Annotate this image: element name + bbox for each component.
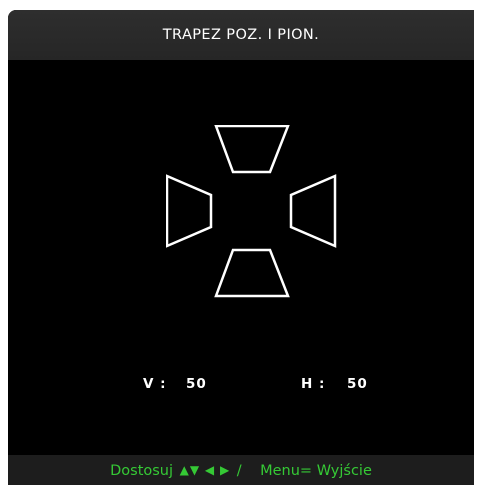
horizontal-keystone-value[interactable]: 50 — [347, 376, 368, 392]
horizontal-keystone-label: H : — [301, 376, 326, 392]
keystone-top-trapezoid-icon[interactable] — [214, 125, 290, 174]
keystone-bottom-trapezoid-icon[interactable] — [214, 248, 290, 298]
vertical-keystone-value[interactable]: 50 — [186, 376, 207, 392]
osd-menu-window: TRAPEZ POZ. I PION. V : 50 H : 50 Dostos… — [8, 10, 474, 485]
keystone-graphic — [166, 125, 337, 298]
help-adjust-label: Dostosuj — [110, 463, 174, 479]
keystone-left-trapezoid-icon[interactable] — [166, 174, 213, 248]
help-text: Dostosuj ▲▼ ◀ ▶ / Menu= Wyjście — [8, 455, 474, 485]
help-separator: / — [236, 463, 242, 479]
title-bar: TRAPEZ POZ. I PION. — [8, 10, 474, 60]
arrow-keys-icon: ▲▼ ◀ ▶ — [179, 463, 231, 477]
help-menu-exit-label: Menu= Wyjście — [260, 463, 372, 479]
help-bar: Dostosuj ▲▼ ◀ ▶ / Menu= Wyjście — [8, 455, 474, 485]
keystone-right-trapezoid-icon[interactable] — [289, 174, 337, 248]
menu-title: TRAPEZ POZ. I PION. — [162, 27, 320, 43]
vertical-keystone-label: V : — [143, 376, 167, 392]
